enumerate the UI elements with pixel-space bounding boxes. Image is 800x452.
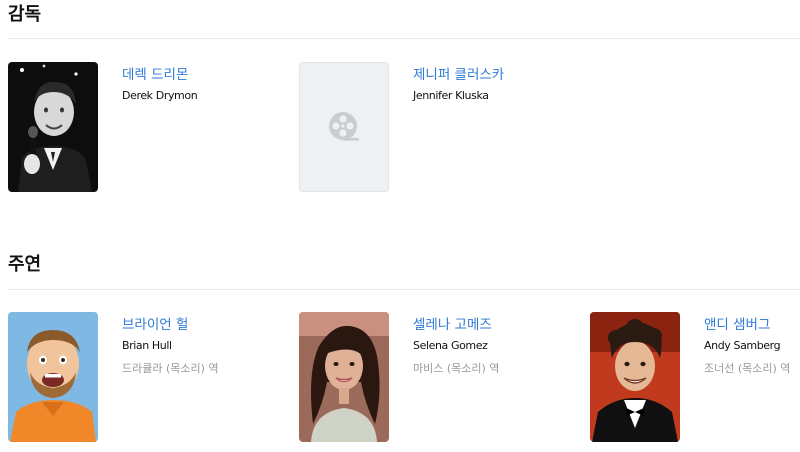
person-photo-placeholder[interactable] — [299, 62, 389, 192]
section-title-director: 감독 — [8, 4, 42, 25]
person-name-en: Brian Hull — [122, 339, 172, 352]
person-role: 드라큘라 (목소리) 역 — [122, 362, 219, 375]
film-reel-icon — [329, 112, 359, 141]
portrait-image — [299, 312, 389, 442]
credits-page: 감독 데렉 드리몬 Derek Drymon 제니퍼 클러스카 Jennifer… — [0, 0, 800, 452]
person-info: 셀레나 고메즈 Selena Gomez 마비스 (목소리) 역 — [413, 316, 589, 377]
person-photo[interactable] — [299, 312, 389, 442]
person-name-en: Derek Drymon — [122, 89, 198, 102]
section-divider — [8, 289, 800, 290]
section-title-cast: 주연 — [8, 254, 42, 275]
person-name-en: Selena Gomez — [413, 339, 488, 352]
person-name-ko-link[interactable]: 브라이언 헐 — [122, 316, 298, 334]
person-info: 데렉 드리몬 Derek Drymon — [122, 66, 298, 104]
person-name-ko-link[interactable]: 셀레나 고메즈 — [413, 316, 589, 334]
person-card-cast-2: 셀레나 고메즈 Selena Gomez 마비스 (목소리) 역 — [299, 312, 589, 442]
section-divider — [8, 38, 800, 39]
person-name-ko-link[interactable]: 앤디 샘버그 — [704, 316, 800, 334]
person-name-en: Andy Samberg — [704, 339, 781, 352]
portrait-image — [590, 312, 680, 442]
person-card-cast-3: 앤디 샘버그 Andy Samberg 조너선 (목소리) 역 — [590, 312, 800, 442]
person-photo[interactable] — [8, 62, 98, 192]
person-photo[interactable] — [590, 312, 680, 442]
person-role: 조너선 (목소리) 역 — [704, 362, 791, 375]
person-role: 마비스 (목소리) 역 — [413, 362, 500, 375]
person-info: 앤디 샘버그 Andy Samberg 조너선 (목소리) 역 — [704, 316, 800, 377]
person-photo[interactable] — [8, 312, 98, 442]
person-info: 브라이언 헐 Brian Hull 드라큘라 (목소리) 역 — [122, 316, 298, 377]
person-card-director-2: 제니퍼 클러스카 Jennifer Kluska — [299, 62, 589, 192]
person-name-en: Jennifer Kluska — [413, 89, 489, 102]
person-name-ko-link[interactable]: 제니퍼 클러스카 — [413, 66, 589, 84]
portrait-bw-image — [8, 62, 98, 192]
person-card-director-1: 데렉 드리몬 Derek Drymon — [8, 62, 298, 192]
person-info: 제니퍼 클러스카 Jennifer Kluska — [413, 66, 589, 104]
portrait-image — [8, 312, 98, 442]
person-name-ko-link[interactable]: 데렉 드리몬 — [122, 66, 298, 84]
person-card-cast-1: 브라이언 헐 Brian Hull 드라큘라 (목소리) 역 — [8, 312, 298, 442]
